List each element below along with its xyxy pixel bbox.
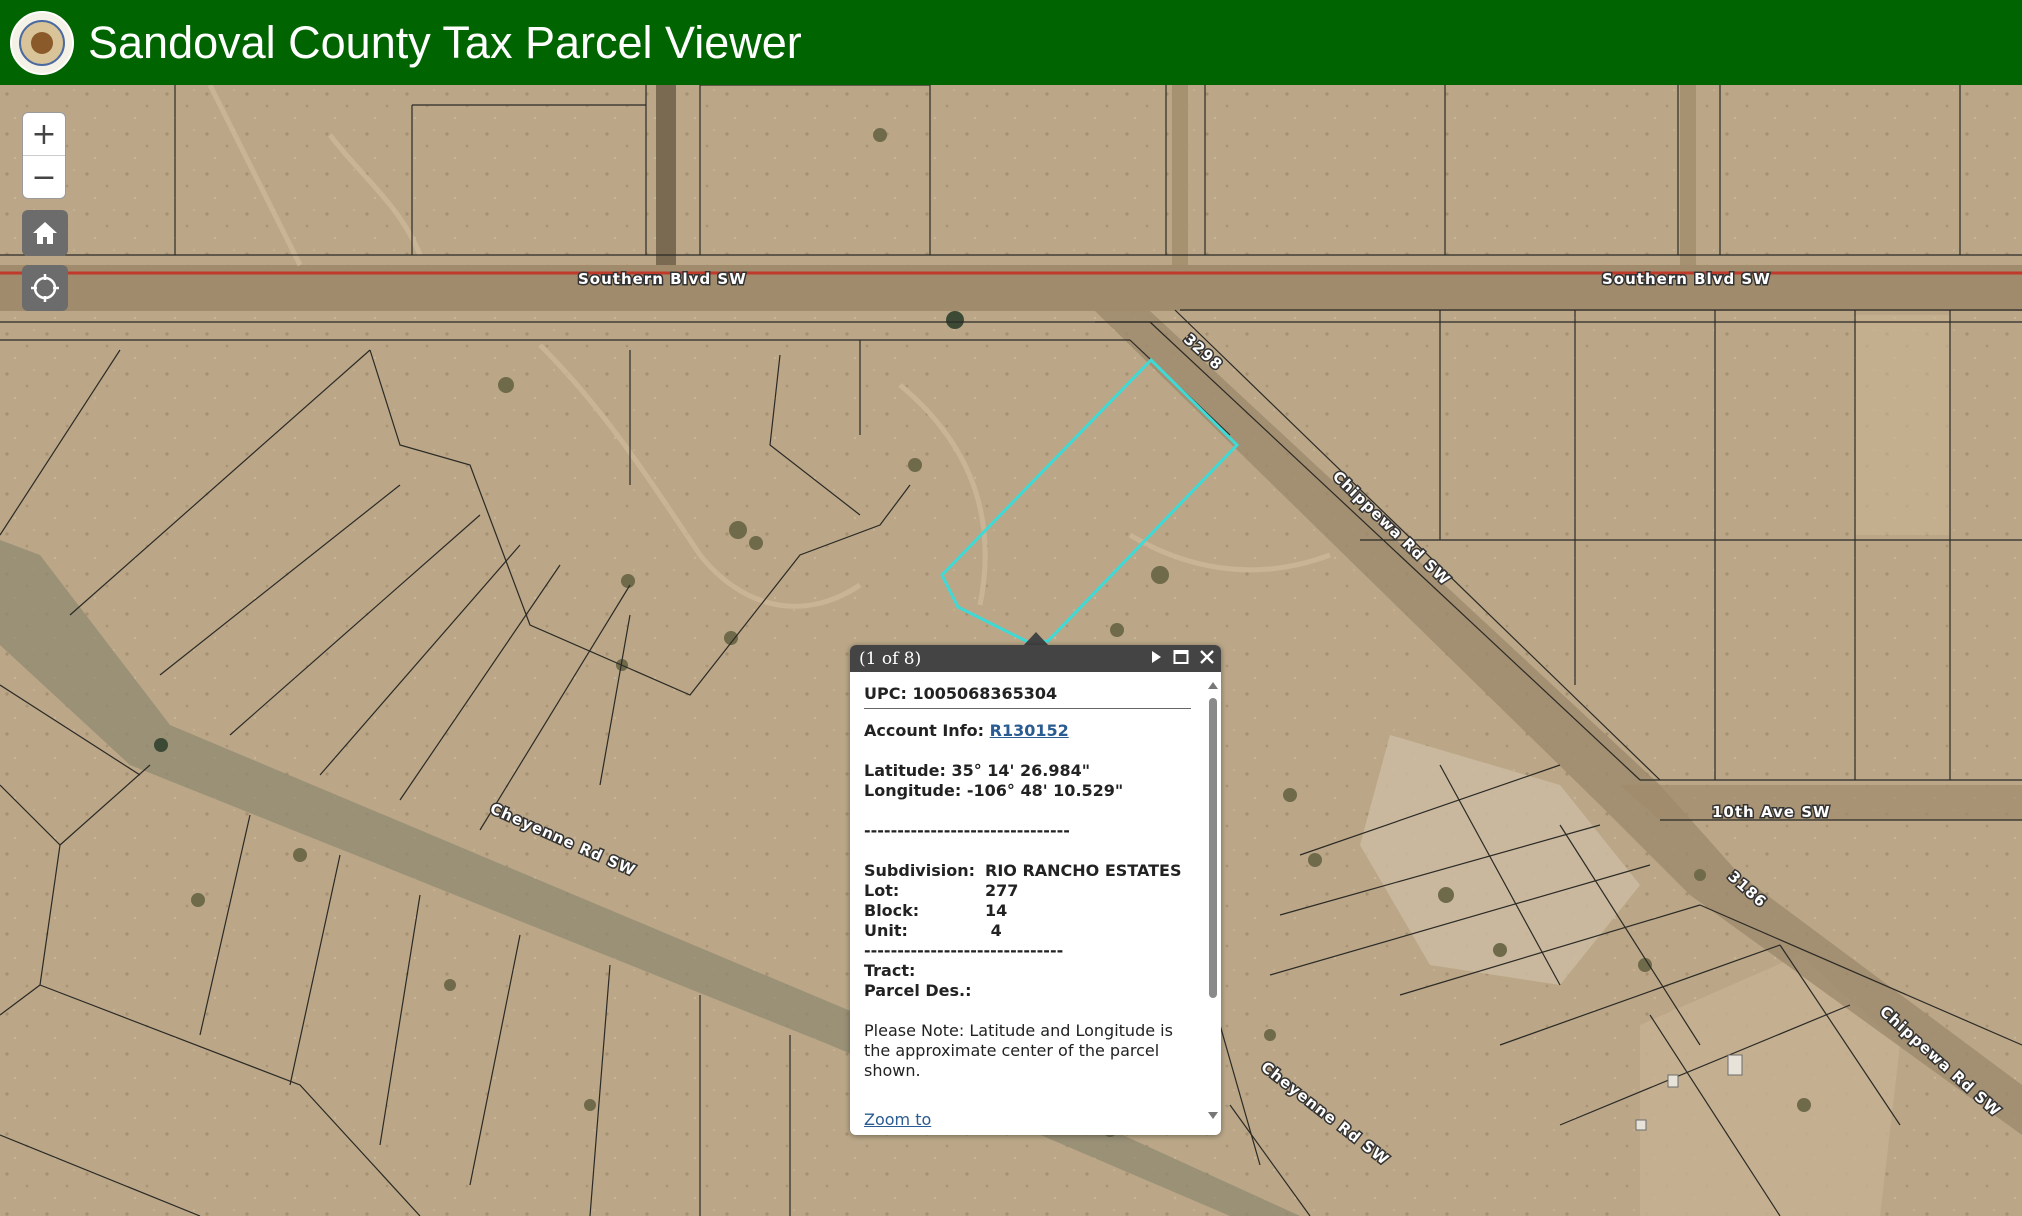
zoom-in-button[interactable]: + — [23, 113, 65, 155]
road-label: Southern Blvd SW — [578, 270, 747, 288]
field-label: Unit: — [864, 921, 908, 940]
field-label: Subdivision: — [864, 861, 976, 880]
locate-icon — [31, 274, 59, 302]
lot-row: Lot: 277 — [864, 881, 1191, 901]
scroll-up-icon[interactable] — [1208, 682, 1218, 689]
road-label: Southern Blvd SW — [1602, 270, 1771, 288]
upc-label: UPC: — [864, 684, 907, 703]
zoom-to-link[interactable]: Zoom to — [864, 1110, 931, 1129]
road-label: 10th Ave SW — [1712, 803, 1831, 821]
zoom-out-button[interactable]: − — [23, 156, 65, 198]
block-row: Block: 14 — [864, 901, 1191, 921]
account-label: Account Info: — [864, 721, 985, 740]
home-icon — [33, 222, 57, 244]
app-header: Sandoval County Tax Parcel Viewer — [0, 0, 2022, 85]
zoom-control: + − — [22, 112, 66, 199]
upc-value: 1005068365304 — [912, 684, 1058, 703]
divider-text: ------------------------------ — [864, 941, 1064, 960]
scroll-down-icon[interactable] — [1208, 1112, 1218, 1119]
scroll-thumb[interactable] — [1209, 698, 1217, 998]
parcel-popup: (1 of 8) UPC: 1005068365304 Account Info… — [850, 645, 1221, 1135]
maximize-icon[interactable] — [1173, 649, 1189, 665]
locate-button[interactable] — [22, 265, 68, 311]
parcel-des-label: Parcel Des.: — [864, 981, 972, 1000]
tract-label: Tract: — [864, 961, 916, 980]
divider-text: ------------------------------- — [864, 821, 1070, 840]
note-text: Please Note: Latitude and Longitude is t… — [864, 1021, 1173, 1080]
popup-content: UPC: 1005068365304 Account Info: R130152… — [850, 672, 1205, 1135]
popup-scrollbar[interactable] — [1207, 678, 1219, 1119]
field-value: 277 — [985, 881, 1019, 900]
popup-titlebar: (1 of 8) — [850, 645, 1221, 672]
field-label: Lot: — [864, 881, 900, 900]
unit-row: Unit: 4 — [864, 921, 1191, 941]
close-icon[interactable] — [1199, 649, 1215, 665]
popup-pointer — [1023, 632, 1049, 646]
field-value: RIO RANCHO ESTATES — [985, 861, 1182, 880]
next-feature-icon[interactable] — [1149, 649, 1163, 665]
field-value: 14 — [985, 901, 1008, 920]
home-button[interactable] — [22, 210, 68, 256]
upc-line: UPC: 1005068365304 — [864, 684, 1191, 709]
account-link[interactable]: R130152 — [990, 721, 1069, 740]
account-info-line: Account Info: R130152 — [864, 721, 1191, 741]
popup-counter: (1 of 8) — [859, 648, 922, 669]
county-seal-icon — [10, 10, 74, 75]
longitude-text: Longitude: -106° 48' 10.529" — [864, 781, 1124, 800]
field-label: Block: — [864, 901, 920, 920]
subdivision-row: Subdivision: RIO RANCHO ESTATES — [864, 861, 1191, 881]
app-title: Sandoval County Tax Parcel Viewer — [88, 17, 802, 68]
latitude-text: Latitude: 35° 14' 26.984" — [864, 761, 1091, 780]
field-value: 4 — [985, 921, 1002, 940]
